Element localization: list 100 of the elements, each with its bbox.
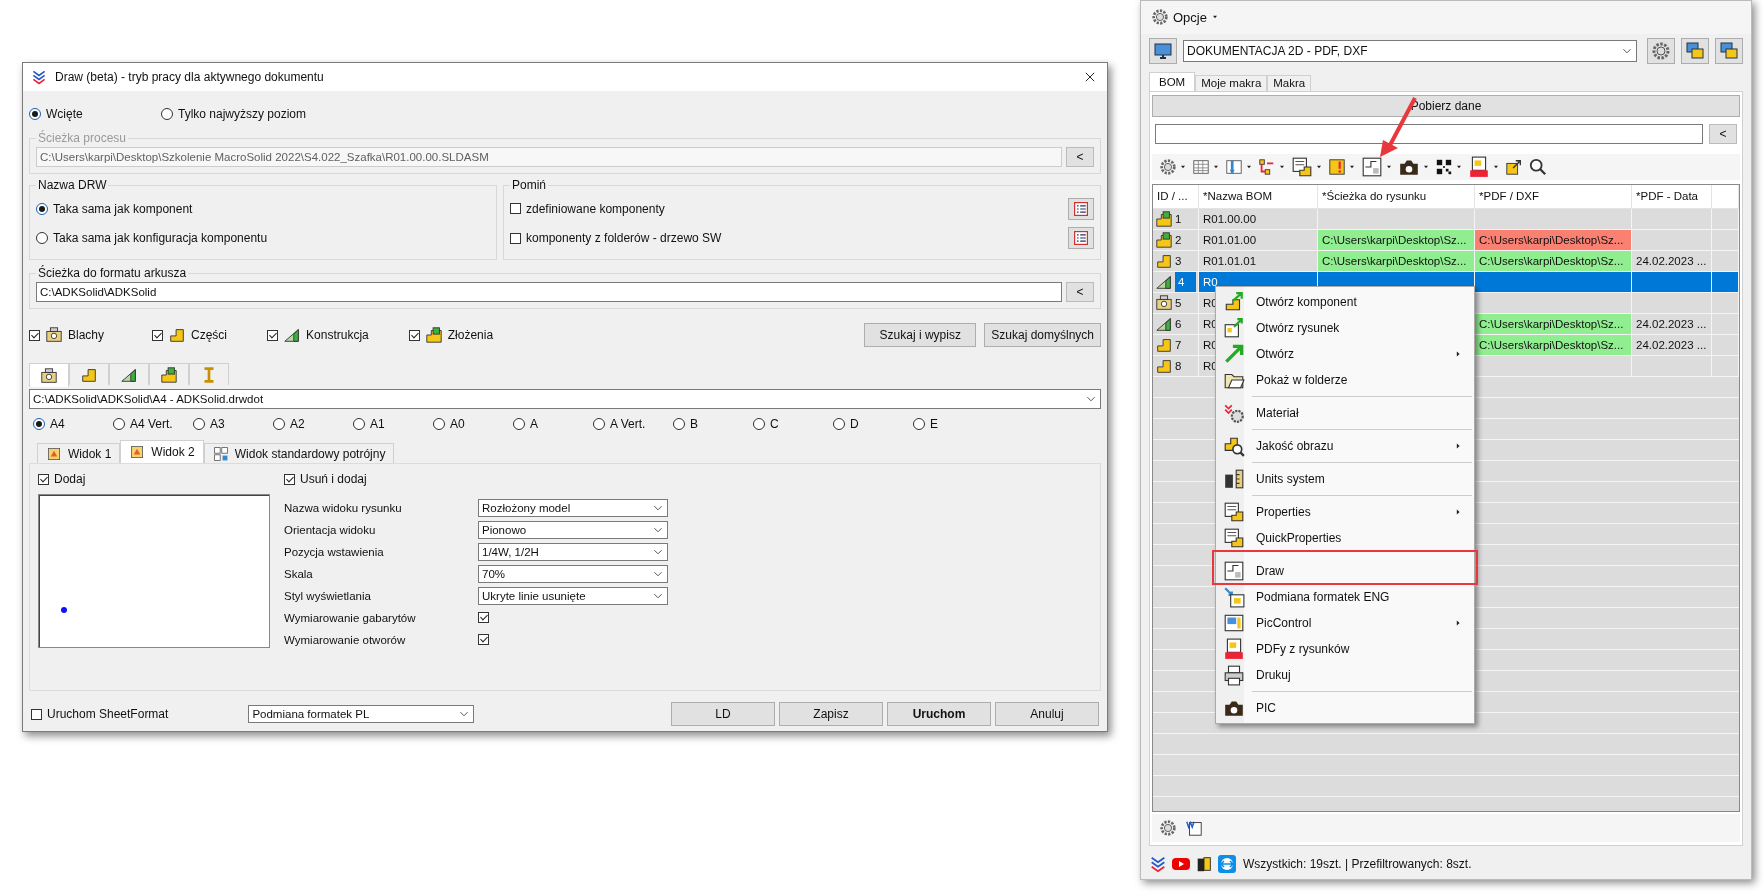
template-dropdown[interactable]: C:\ADKSolid\ADKSolid\A4 - ADKSolid.drwdot xyxy=(29,389,1101,409)
tab[interactable]: Widok standardowy potrójny xyxy=(203,443,395,463)
table-row[interactable]: 2 R01.01.00 C:\Users\karpi\Desktop\Sz... C:\Users\karpi\Desktop\Sz... xyxy=(1153,230,1739,251)
table-row[interactable]: 1 R01.00.00 xyxy=(1153,209,1739,230)
profile-icon xyxy=(1155,273,1173,291)
macro-dropdown[interactable]: Podmiana formatek PL xyxy=(248,705,475,723)
tab[interactable]: Moje makra xyxy=(1195,75,1268,91)
radio-button[interactable] xyxy=(353,418,365,430)
dialog-button[interactable]: LD xyxy=(671,702,775,726)
monitor-button[interactable] xyxy=(1149,38,1177,65)
radio-button[interactable] xyxy=(193,418,205,430)
checkbox[interactable]: Blachy xyxy=(29,326,105,344)
toolbar-button[interactable] xyxy=(1528,157,1548,177)
toolbar-button[interactable] xyxy=(1504,157,1524,177)
document-button[interactable] xyxy=(1184,818,1204,838)
radio-button[interactable] xyxy=(161,108,173,120)
column-header[interactable]: *PDF / DXF xyxy=(1475,185,1632,209)
column-header[interactable]: *Ścieżka do rysunku xyxy=(1318,185,1475,209)
menu-item[interactable]: PDFy z rysunków xyxy=(1216,636,1474,662)
list-button[interactable] xyxy=(1068,197,1094,220)
caret-icon xyxy=(1455,163,1463,171)
search-button[interactable]: Szukaj domyślnych xyxy=(984,323,1101,347)
window-title: Draw (beta) - tryb pracy dla aktywnego dokumentu xyxy=(55,70,325,84)
table-cell: C:\Users\karpi\Desktop\Sz... xyxy=(1318,230,1475,251)
sheet-metal-icon xyxy=(1155,294,1173,312)
dropdown[interactable]: 70% xyxy=(478,564,668,583)
menu-item-label: Podmiana formatek ENG xyxy=(1256,590,1390,604)
search-button[interactable]: Szukaj i wypisz xyxy=(864,323,977,347)
radio-label: D xyxy=(850,417,859,431)
dropdown[interactable]: Ukryte linie usunięte xyxy=(478,586,668,605)
status-text: Wszystkich: 19szt. | Przefiltrowanych: 8szt. xyxy=(1243,857,1472,872)
radio-button[interactable] xyxy=(33,418,45,430)
qr-code-icon xyxy=(1435,158,1453,176)
tab[interactable]: Widok 1 xyxy=(37,443,121,463)
dialog-button[interactable]: Uruchom xyxy=(887,702,991,726)
dropdown[interactable]: 1/4W, 1/2H xyxy=(478,542,668,561)
dropdown[interactable]: Rozłożony model xyxy=(478,498,668,517)
tab[interactable] xyxy=(29,363,69,387)
search-field[interactable] xyxy=(1155,124,1703,144)
toolbar-button[interactable] xyxy=(1290,155,1314,179)
row-id: 2 xyxy=(1175,234,1182,246)
menu-item[interactable]: Drukuj xyxy=(1216,662,1474,688)
dialog-button[interactable]: Anuluj xyxy=(995,702,1099,726)
tab[interactable]: Widok 2 xyxy=(120,440,204,463)
table-row[interactable]: 3 R01.01.01 C:\Users\karpi\Desktop\Sz... C:\Users\karpi\Desktop\Sz... 24.02.2023 ... xyxy=(1153,251,1739,272)
checkbox[interactable] xyxy=(478,612,489,623)
export-icon xyxy=(1505,158,1523,176)
list-button[interactable] xyxy=(1068,227,1094,250)
tab[interactable] xyxy=(149,363,189,385)
checkbox[interactable]: Dodaj xyxy=(38,472,278,486)
checkbox[interactable]: Usuń i dodaj xyxy=(284,472,668,486)
toolbar-button[interactable] xyxy=(1467,155,1491,179)
sync-button[interactable] xyxy=(1681,38,1709,65)
field-label: Nazwa widoku rysunku xyxy=(284,501,403,514)
radio-button[interactable] xyxy=(433,418,445,430)
radio-button[interactable] xyxy=(753,418,765,430)
browse-button[interactable]: < xyxy=(1066,282,1094,302)
radio-button[interactable] xyxy=(29,108,41,120)
clear-button[interactable]: < xyxy=(1709,124,1737,144)
tab[interactable]: Makra xyxy=(1267,75,1312,91)
dropdown[interactable]: Pionowo xyxy=(478,520,668,539)
column-header[interactable]: *Nazwa BOM xyxy=(1199,185,1318,209)
radio-button[interactable] xyxy=(593,418,605,430)
radio-button[interactable] xyxy=(513,418,525,430)
checkbox[interactable] xyxy=(478,634,489,645)
caret-icon xyxy=(1212,163,1220,171)
radio-label: A Vert. xyxy=(610,417,646,431)
radio-button[interactable] xyxy=(36,232,48,245)
checkbox[interactable]: zdefiniowane komponenty xyxy=(510,201,665,216)
menu-item[interactable]: Draw xyxy=(1213,551,1477,584)
radio-button[interactable] xyxy=(833,418,845,430)
gear-icon xyxy=(1651,41,1671,62)
dialog-button[interactable]: Zapisz xyxy=(779,702,883,726)
settings-button[interactable] xyxy=(1158,818,1178,838)
checkbox[interactable]: Złożenia xyxy=(408,326,494,344)
radio-button[interactable] xyxy=(113,418,125,430)
menu-item[interactable]: QuickProperties xyxy=(1216,525,1474,551)
assembly-icon xyxy=(1155,210,1173,228)
column-header[interactable]: ID / ... xyxy=(1153,185,1199,209)
radio-button[interactable] xyxy=(36,202,48,215)
options-menu[interactable]: Opcje xyxy=(1151,8,1219,27)
column-header[interactable]: *PDF - Data xyxy=(1632,185,1712,209)
tab[interactable] xyxy=(109,363,149,385)
settings-button[interactable] xyxy=(1647,38,1675,65)
tab[interactable]: BOM xyxy=(1149,72,1196,91)
radio-button[interactable] xyxy=(273,418,285,430)
layout-button[interactable] xyxy=(1715,38,1743,65)
menu-item[interactable]: PicControl xyxy=(1216,610,1474,636)
radio-button[interactable] xyxy=(673,418,685,430)
profile-dropdown[interactable]: DOKUMENTACJA 2D - PDF, DXF xyxy=(1183,40,1637,63)
checkbox[interactable]: Konstrukcja xyxy=(267,326,369,344)
path-field[interactable]: C:\ADKSolid\ADKSolid xyxy=(36,282,1062,302)
caret-icon xyxy=(1278,163,1286,171)
checkbox[interactable]: Uruchom SheetFormat xyxy=(31,707,169,721)
toolbar-button[interactable] xyxy=(1434,157,1454,177)
checkbox[interactable]: Części xyxy=(152,326,228,344)
menu-item[interactable]: Podmiana formatek ENG xyxy=(1216,584,1474,610)
radio-button[interactable] xyxy=(913,418,925,430)
checkbox[interactable]: komponenty z folderów - drzewo SW xyxy=(510,231,722,246)
tab[interactable] xyxy=(69,363,109,385)
